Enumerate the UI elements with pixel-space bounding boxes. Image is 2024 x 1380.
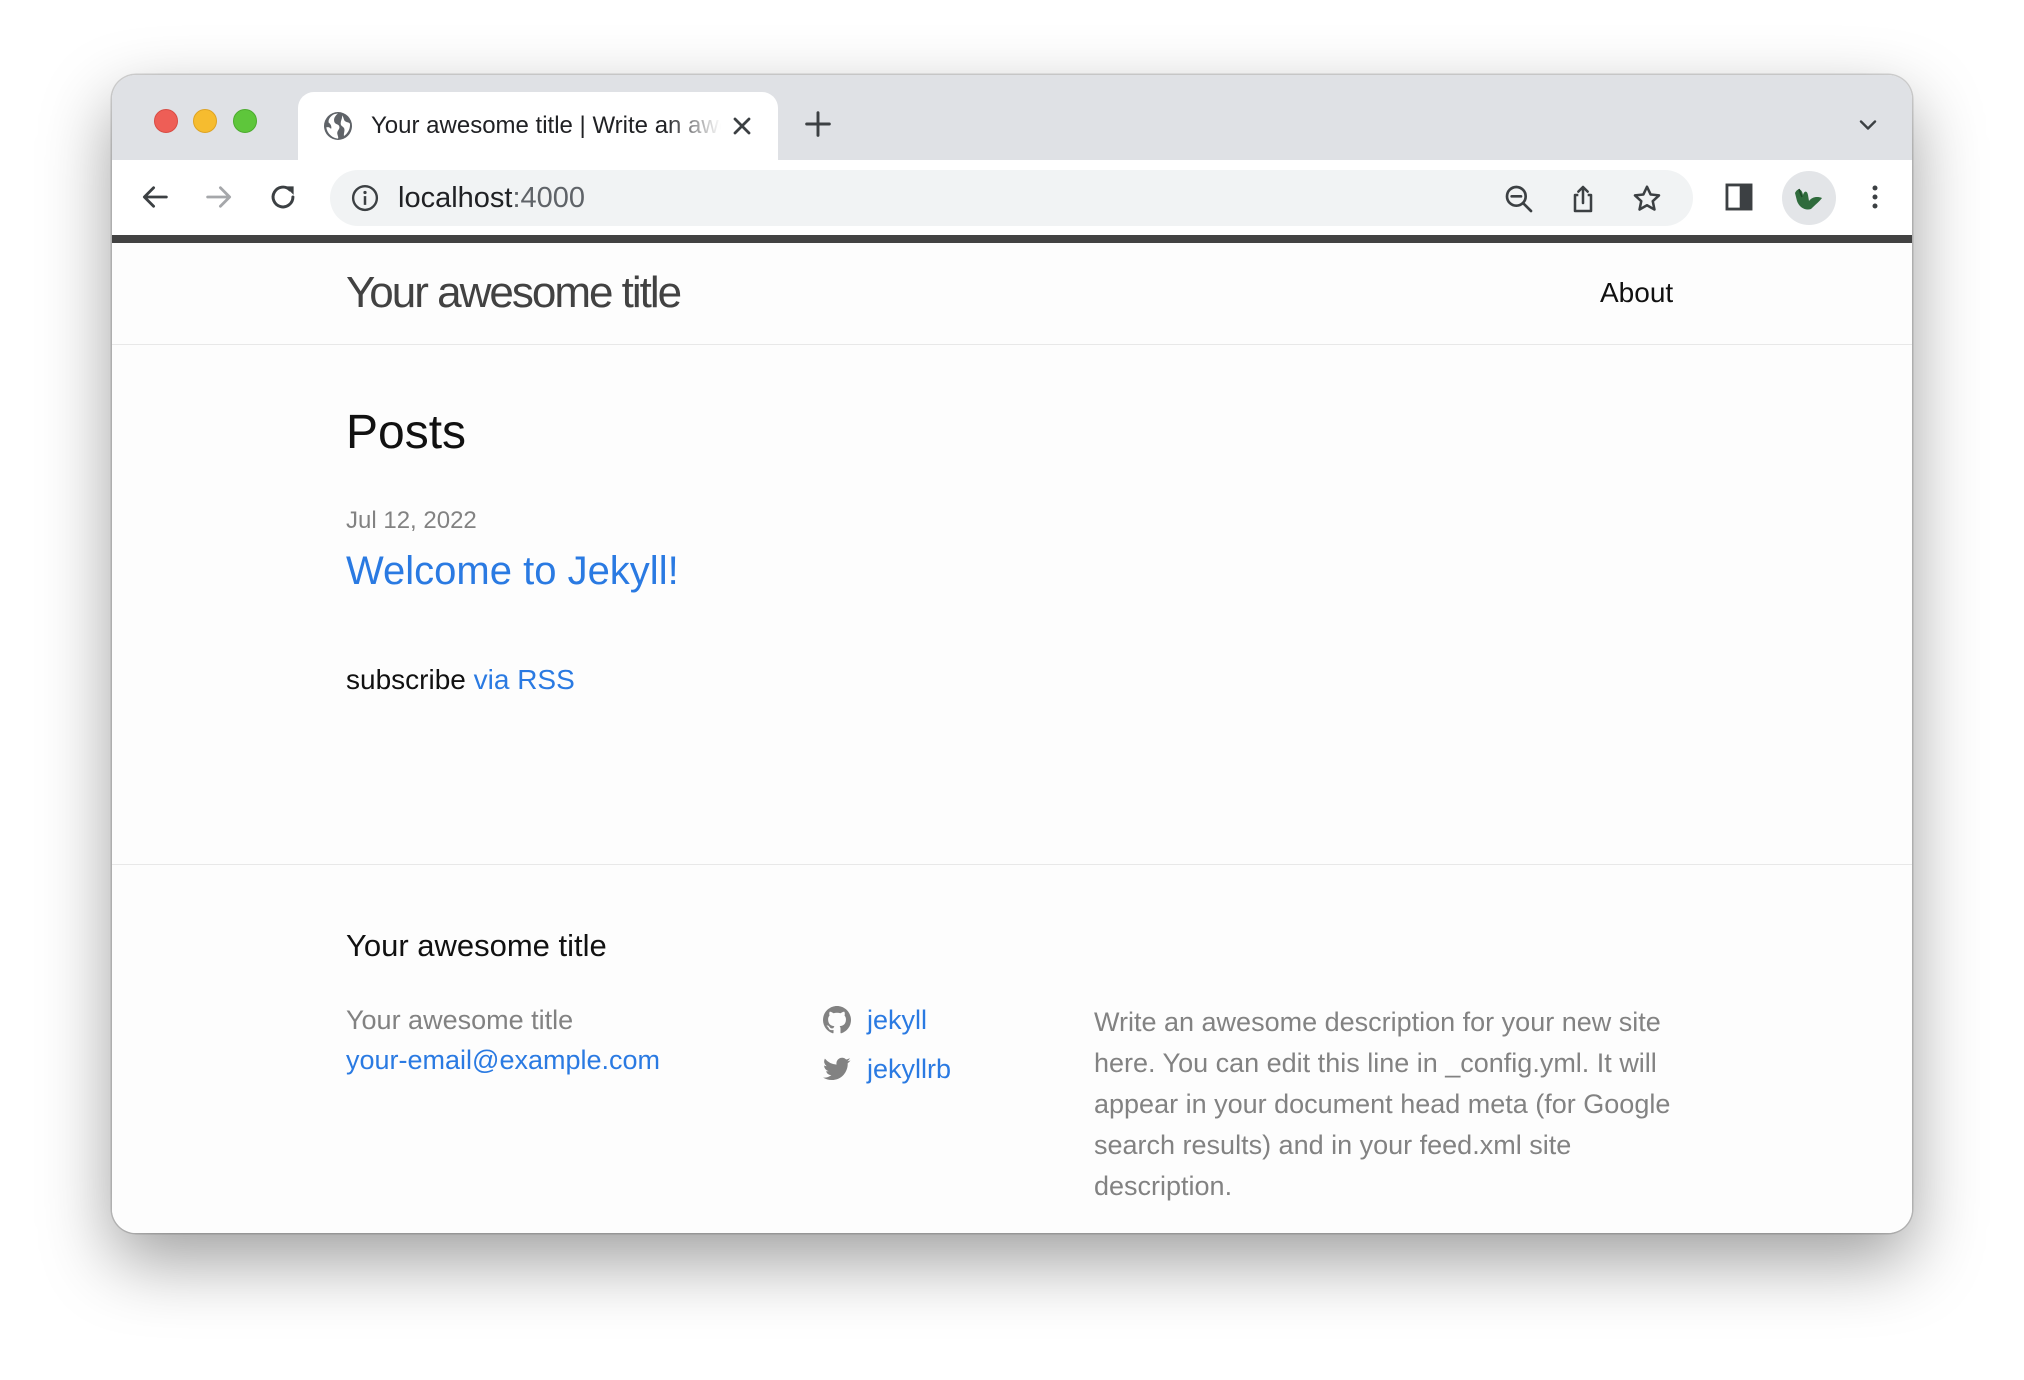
zoom-out-icon[interactable] <box>1503 183 1535 215</box>
subscribe-text: subscribe <box>346 664 474 695</box>
site-description: Write an awesome description for your ne… <box>1094 1007 1671 1201</box>
browser-toolbar: localhost:4000 <box>112 160 1912 235</box>
reload-icon[interactable] <box>266 180 300 214</box>
site-header-top-border <box>112 235 1912 243</box>
footer-site-name: Your awesome title <box>346 1005 574 1035</box>
bookmark-star-icon[interactable] <box>1631 183 1663 215</box>
post-title-link[interactable]: Welcome to Jekyll! <box>346 545 679 597</box>
post-date: Jul 12, 2022 <box>346 507 477 534</box>
nav-about-link[interactable]: About <box>1600 275 1673 311</box>
close-tab-icon[interactable] <box>728 112 756 140</box>
posts-heading: Posts <box>346 406 467 459</box>
globe-icon <box>324 112 352 140</box>
site-header: Your awesome title About <box>112 243 1912 345</box>
site-footer: Your awesome title Your awesome title yo… <box>112 864 1912 1233</box>
site-info-icon[interactable] <box>350 183 380 213</box>
zoom-window-button[interactable] <box>233 109 257 133</box>
footer-email-link[interactable]: your-email@example.com <box>346 1042 660 1078</box>
profile-avatar[interactable] <box>1782 171 1836 225</box>
new-tab-plus-icon[interactable] <box>802 108 834 140</box>
footer-heading: Your awesome title <box>346 928 607 963</box>
forward-arrow-icon[interactable] <box>202 180 236 214</box>
url-port: :4000 <box>512 182 586 214</box>
tab-active[interactable]: Your awesome title | Write an awesome de… <box>298 92 778 160</box>
close-window-button[interactable] <box>154 109 178 133</box>
url-text[interactable]: localhost:4000 <box>398 180 585 216</box>
tab-strip: Your awesome title | Write an awesome de… <box>112 75 1912 160</box>
tab-search-chevron-down-icon[interactable] <box>1856 113 1880 137</box>
subscribe-line: subscribe via RSS <box>346 662 575 698</box>
more-menu-icon[interactable] <box>1865 180 1885 214</box>
share-icon[interactable] <box>1567 183 1599 215</box>
page-content: Your awesome title About Posts Jul 12, 2… <box>112 243 1912 1233</box>
minimize-window-button[interactable] <box>193 109 217 133</box>
twitter-bird-icon <box>823 1057 851 1081</box>
twitter-username[interactable]: jekyllrb <box>867 1051 951 1087</box>
github-icon <box>823 1006 851 1034</box>
back-arrow-icon[interactable] <box>138 180 172 214</box>
profile-avatar-icon <box>1795 188 1822 210</box>
rss-link[interactable]: via RSS <box>474 664 575 695</box>
tab-title: Your awesome title | Write an awesome de… <box>371 112 721 139</box>
browser-window: Your awesome title | Write an awesome de… <box>112 75 1912 1233</box>
address-bar[interactable]: localhost:4000 <box>330 170 1693 226</box>
url-host: localhost <box>398 182 513 214</box>
side-panel-icon[interactable] <box>1722 180 1756 214</box>
github-username[interactable]: jekyll <box>867 1002 927 1038</box>
site-title-link[interactable]: Your awesome title <box>346 265 682 321</box>
